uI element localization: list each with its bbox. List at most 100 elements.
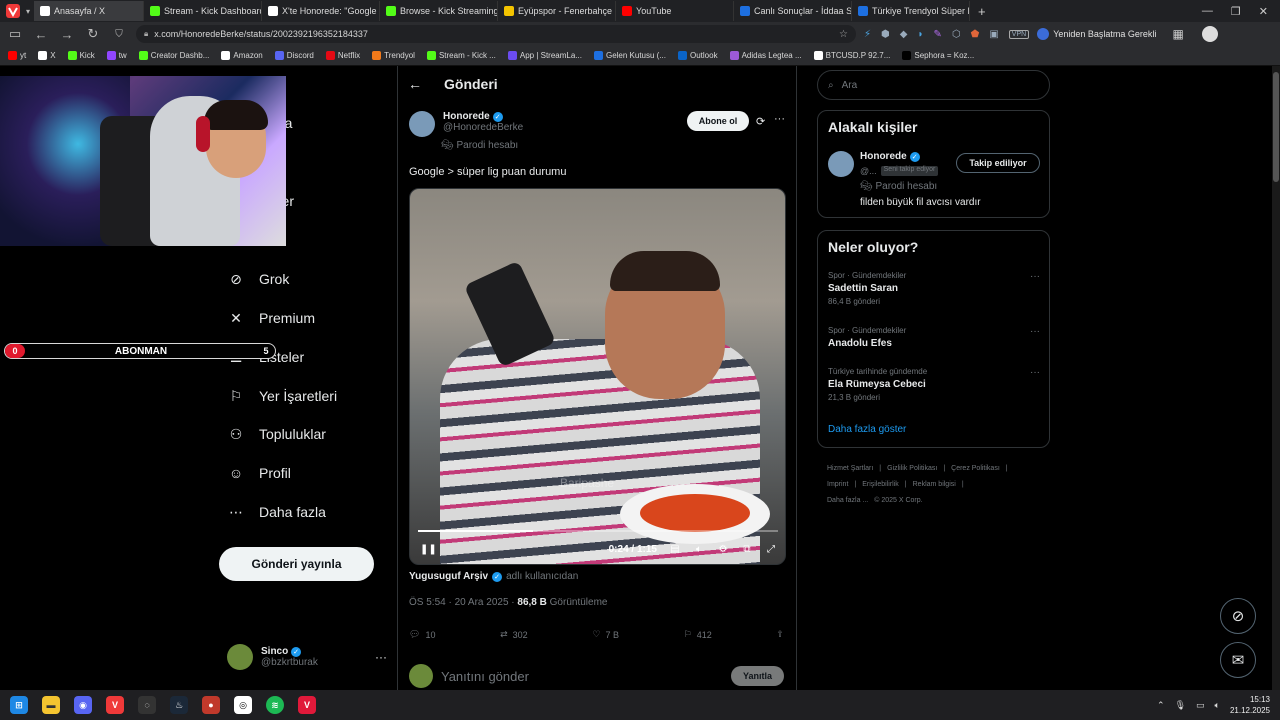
bookmark-item[interactable]: Creator Dashb... [138,51,209,60]
extension-icon-8[interactable]: ▣ [989,29,998,40]
like-action[interactable]: ♡ 7 B [592,629,619,640]
bookmark-item[interactable]: Amazon [221,51,263,60]
windows-start-icon[interactable]: ⊞ [10,696,28,714]
bookmark-item[interactable]: Stream - Kick ... [426,51,496,60]
obs-icon[interactable]: ◎ [234,696,252,714]
bookmark-item[interactable]: Adidas Legtea ... [729,51,802,60]
following-button[interactable]: Takip ediliyor [956,153,1040,173]
fullscreen-icon[interactable]: ⤢ [765,544,777,555]
app-icon[interactable]: ◌ [138,696,156,714]
author-name[interactable]: Honorede [443,111,490,122]
bookmark-item[interactable]: tw [106,51,127,60]
share-icon[interactable]: ⇪ [776,629,784,640]
footer-link[interactable]: Erişilebilirlik [862,481,899,488]
clock[interactable]: 15:13 21.12.2025 [1230,694,1270,716]
bookmark-star-icon[interactable]: ☆ [839,29,848,40]
extension-icon-5[interactable]: ✎ [934,29,942,40]
settings-gear-icon[interactable]: ⚙ [717,544,729,555]
subscribe-button[interactable]: Abone ol [687,111,749,131]
tray-chevron-icon[interactable]: ⌃ [1157,700,1165,711]
trend-item[interactable]: Türkiye tarihinde gündemde Ela Rümeysa Ce… [828,367,1040,402]
extension-icon-6[interactable]: ⬡ [952,29,961,40]
bookmark-item[interactable]: Sephora = Koz... [902,51,974,60]
bookmark-item[interactable]: yt [8,51,26,60]
extension-icon-3[interactable]: ◆ [900,29,908,40]
vivaldi-icon[interactable]: V [106,696,124,714]
maximize-icon[interactable]: ❐ [1231,5,1241,18]
bookmark-item[interactable]: BTCUSD.P 92.7... [813,51,890,60]
author-handle[interactable]: @HonoredeBerke [443,122,523,133]
reply-input[interactable]: Yanıtını gönder [441,669,529,684]
trend-item[interactable]: Spor · Gündemdekiler Anadolu Efes ··· [828,326,1040,352]
browser-tab[interactable]: Anasayfa / X [34,1,145,21]
back-icon[interactable]: ← [32,27,50,42]
discord-icon[interactable]: ◉ [74,696,92,714]
file-explorer-icon[interactable]: ▬ [42,696,60,714]
nav-item[interactable]: ⊘ Grok [227,270,289,288]
bookmark-item[interactable]: Trendyol [372,51,415,60]
video-player[interactable]: Baripashe ❚❚ 0:24 / 1:15 ▤ 🔈︎ ⚙ ⧉ ⤢ [409,188,786,565]
more-dots-icon[interactable]: ··· [1030,367,1040,378]
vivaldi-mail-icon[interactable]: V [298,696,316,714]
sidebar-toggle-icon[interactable]: ▭ [6,26,24,42]
speaker-icon[interactable]: 🔈︎ [1215,700,1220,711]
browser-tab[interactable]: Stream - Kick Dashboard [144,1,263,21]
bookmark-item[interactable]: Outlook [678,51,718,60]
search-input[interactable]: ⌕ Ara [817,70,1050,100]
reply-button[interactable]: Yanıtla [730,666,784,686]
more-dots-icon[interactable]: ··· [774,113,785,125]
grok-icon[interactable]: ⟳ [756,115,765,128]
url-field[interactable]: 🔒︎ x.com/HonoredeBerke/status/2002392196… [136,25,856,43]
account-switcher[interactable]: Sinco ✓ @bzkrtburak ··· [227,644,387,670]
repost-action[interactable]: ⇄ 302 [500,629,528,640]
browser-tab[interactable]: Canlı Sonuçlar - İddaa Son [734,1,853,21]
bookmark-item[interactable]: Kick [67,51,95,60]
pause-icon[interactable]: ❚❚ [420,544,437,555]
bookmark-item[interactable]: Discord [274,51,314,60]
captions-icon[interactable]: ▤ [669,544,681,555]
avatar[interactable] [409,111,435,137]
vivaldi-logo-icon[interactable] [4,3,22,19]
forward-icon[interactable]: → [58,27,76,42]
grok-fab-icon[interactable]: ⊘ [1220,598,1256,634]
panel-icon[interactable]: ▦ [1172,27,1183,41]
nav-item[interactable]: ⋯ Daha fazla [227,503,326,521]
post-author[interactable]: Honorede ✓ @HonoredeBerke 🎭︎ Parodi hesab… [409,111,523,151]
volume-icon[interactable]: 🔈︎ [693,544,705,555]
tab-menu-chevron-icon[interactable]: ▾ [26,7,30,16]
browser-tab[interactable]: Eyüpspor - Fenerbahçe Ma [498,1,617,21]
display-icon[interactable]: ▭ [1196,700,1205,711]
bookmark-item[interactable]: App | StreamLa... [507,51,582,60]
vpn-icon[interactable]: VPN [1008,29,1030,39]
post-button[interactable]: Gönderi yayınla [219,547,374,581]
footer-link[interactable]: Reklam bilgisi [913,481,956,488]
restart-required-button[interactable]: Yeniden Başlatma Gerekli [1037,28,1156,40]
bookmark-item[interactable]: X [38,51,56,60]
browser-tab[interactable]: Türkiye Trendyol Süper Lig [852,1,971,21]
avatar[interactable] [828,151,854,177]
new-tab-button[interactable]: + [970,4,994,19]
footer-link[interactable]: Çerez Politikası [951,465,1000,472]
video-progress-bar[interactable] [418,530,778,532]
picture-in-picture-icon[interactable]: ⧉ [741,544,753,555]
source-name[interactable]: Yugusuguf Arşiv [409,571,488,582]
recorder-icon[interactable]: ● [202,696,220,714]
more-dots-icon[interactable]: ··· [375,650,387,664]
browser-tab[interactable]: YouTube [616,1,735,21]
browser-tab[interactable]: Browse - Kick Streaming [380,1,499,21]
bookmark-action[interactable]: ⚐ 412 [684,629,712,640]
steam-icon[interactable]: ♨ [170,696,188,714]
extension-icon-4[interactable]: ◗ [917,29,923,40]
browser-tab[interactable]: X'te Honorede: "Google &g [262,1,381,21]
bookmark-item[interactable]: Gelen Kutusu (... [593,51,666,60]
related-name[interactable]: Honorede [860,151,907,162]
messages-fab-icon[interactable]: ✉ [1220,642,1256,678]
profile-avatar-icon[interactable] [1201,26,1218,42]
microphone-icon[interactable]: 🎙︎ [1175,700,1186,711]
nav-item[interactable]: ⚇ Topluluklar [227,425,326,443]
spotify-icon[interactable]: ≋ [266,696,284,714]
extension-icon-7[interactable]: ⬟ [971,29,980,40]
nav-item[interactable]: ✕ Premium [227,309,315,327]
footer-link[interactable]: Imprint [827,481,848,488]
footer-link[interactable]: © 2025 X Corp. [874,497,922,504]
